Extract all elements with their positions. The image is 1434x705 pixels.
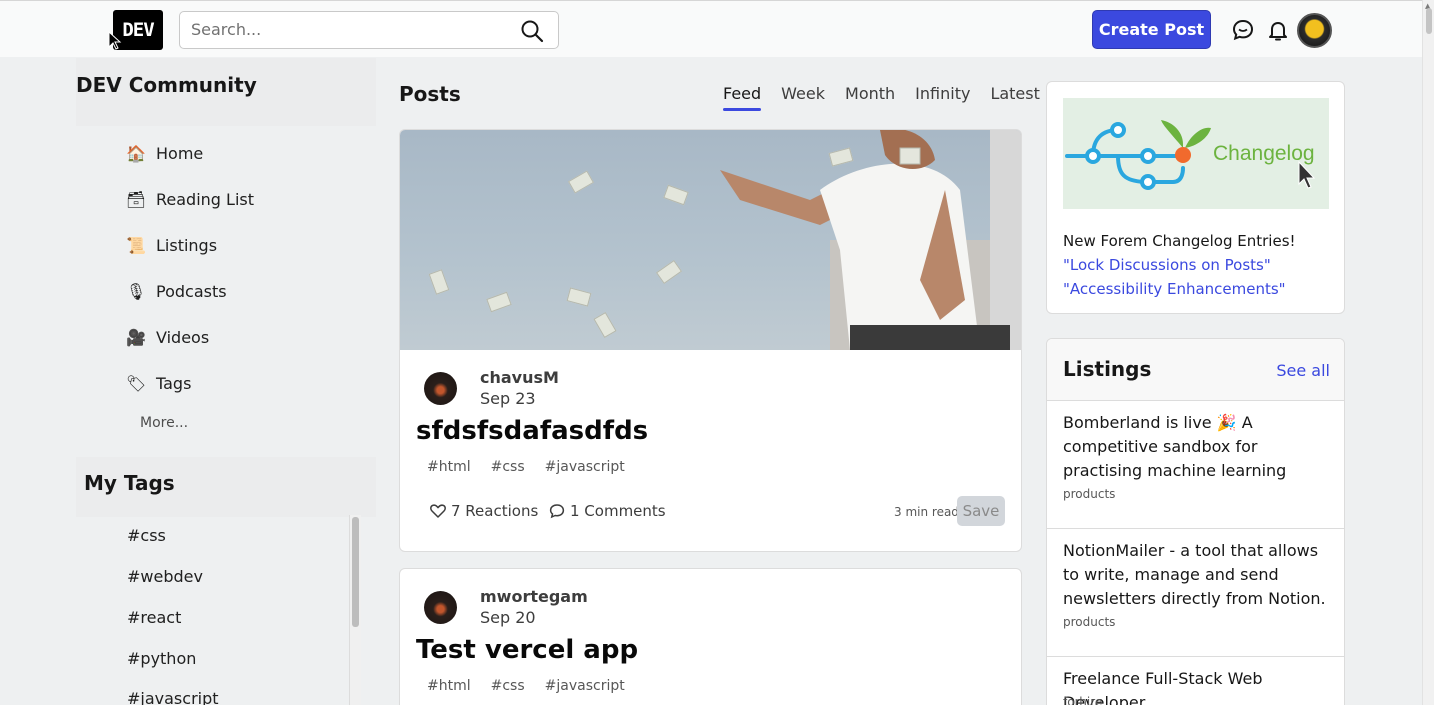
post-author[interactable]: mwortegam — [480, 587, 588, 606]
sidebar-item-label: Reading List — [156, 189, 254, 209]
listing-item[interactable]: Freelance Full-Stack Web Developer forhi… — [1047, 657, 1344, 705]
listings-title: Listings — [1063, 357, 1152, 381]
my-tag-item[interactable]: #python — [127, 649, 196, 668]
top-header: DEV Create Post — [0, 0, 1422, 57]
post-author[interactable]: chavusM — [480, 368, 559, 387]
listing-item[interactable]: NotionMailer - a tool that allows to wri… — [1047, 529, 1344, 657]
listing-category[interactable]: products — [1063, 487, 1115, 501]
listings-card: Listings See all Bomberland is live 🎉 A … — [1046, 338, 1345, 705]
tab-latest[interactable]: Latest — [990, 84, 1039, 111]
comment-icon — [549, 504, 565, 519]
changelog-logo-text: Changelog — [1213, 142, 1315, 165]
search-box[interactable] — [179, 11, 559, 49]
listing-item[interactable]: Bomberland is live 🎉 A competitive sandb… — [1047, 401, 1344, 529]
more-link[interactable]: More... — [140, 415, 188, 431]
changelog-text: New Forem Changelog Entries! "Lock Discu… — [1063, 229, 1296, 301]
sidebar-item-label: Home — [156, 143, 204, 163]
post-tag[interactable]: #css — [491, 459, 525, 475]
my-tag-item[interactable]: #css — [127, 526, 166, 545]
sidebar-item-label: Listings — [156, 235, 218, 255]
community-banner: DEV Community — [76, 58, 376, 126]
post-tag[interactable]: #javascript — [545, 678, 625, 694]
post-cover-image[interactable] — [400, 130, 1021, 350]
post-tag[interactable]: #html — [427, 459, 471, 475]
chat-icon[interactable] — [1231, 18, 1255, 42]
tab-month[interactable]: Month — [845, 84, 895, 111]
post-title[interactable]: sfdsfsdafasdfds — [416, 416, 648, 446]
reactions-button[interactable]: 7 Reactions — [429, 502, 538, 520]
post-tag[interactable]: #javascript — [545, 459, 625, 475]
tab-feed[interactable]: Feed — [723, 84, 762, 111]
camera-icon: 🎥 — [126, 327, 146, 347]
post-date: Sep 20 — [480, 608, 536, 627]
listing-title[interactable]: Bomberland is live 🎉 A competitive sandb… — [1063, 411, 1333, 483]
post-tag[interactable]: #css — [491, 678, 525, 694]
sidebar-item-label: Tags — [156, 373, 192, 393]
page-scrollbar[interactable]: ▲ — [1422, 0, 1434, 705]
sidebar-item-reading-list[interactable]: 🗃 Reading List — [126, 184, 254, 214]
sidebar-item-home[interactable]: 🏠 Home — [126, 138, 203, 168]
scroll-icon: 📜 — [126, 235, 146, 255]
community-title: DEV Community — [76, 73, 257, 97]
bell-icon[interactable] — [1266, 18, 1290, 42]
post-tag[interactable]: #html — [427, 678, 471, 694]
post-tags: #html #css #javascript — [427, 678, 625, 694]
house-icon: 🏠 — [126, 143, 146, 163]
create-post-button[interactable]: Create Post — [1092, 10, 1211, 49]
sidebar-item-podcasts[interactable]: 🎙 Podcasts — [126, 276, 227, 306]
my-tag-item[interactable]: #webdev — [127, 567, 203, 586]
cover-photo-figure — [720, 130, 1010, 350]
heart-icon — [430, 504, 446, 518]
sidebar-item-listings[interactable]: 📜 Listings — [126, 230, 217, 260]
listing-category[interactable]: forhire — [1063, 695, 1102, 705]
changelog-banner-image[interactable]: Changelog — [1063, 98, 1329, 209]
listing-category[interactable]: products — [1063, 615, 1115, 629]
tag-icon: 🏷 — [125, 373, 147, 393]
sidebar-item-videos[interactable]: 🎥 Videos — [126, 322, 209, 352]
comments-button[interactable]: 1 Comments — [548, 502, 666, 520]
post-card[interactable]: mwortegam Sep 20 Test vercel app #html #… — [399, 568, 1022, 705]
search-icon[interactable] — [520, 19, 544, 43]
my-tags-header: My Tags — [76, 457, 376, 517]
my-tags-scrollbar[interactable] — [349, 515, 361, 705]
search-input[interactable] — [191, 20, 511, 39]
see-all-link[interactable]: See all — [1276, 361, 1330, 380]
listing-title[interactable]: NotionMailer - a tool that allows to wri… — [1063, 539, 1333, 611]
author-avatar[interactable] — [424, 372, 457, 405]
post-tags: #html #css #javascript — [427, 459, 625, 475]
comments-count: 1 Comments — [570, 502, 666, 520]
sidebar-item-label: Videos — [156, 327, 210, 347]
listings-header: Listings See all — [1047, 339, 1344, 401]
tab-week[interactable]: Week — [781, 84, 825, 111]
changelog-intro: New Forem Changelog Entries! — [1063, 232, 1296, 250]
mouse-cursor-icon — [108, 31, 122, 50]
tab-infinity[interactable]: Infinity — [915, 84, 970, 111]
post-title[interactable]: Test vercel app — [416, 635, 638, 665]
changelog-card: Changelog New Forem Changelog Entries! "… — [1046, 81, 1345, 314]
changelog-link[interactable]: "Lock Discussions on Posts" — [1063, 253, 1296, 277]
posts-heading: Posts — [399, 82, 461, 106]
save-button[interactable]: Save — [957, 496, 1005, 526]
my-tag-item[interactable]: #javascript — [127, 689, 219, 705]
my-tag-item[interactable]: #react — [127, 608, 181, 627]
changelog-link[interactable]: "Accessibility Enhancements" — [1063, 277, 1296, 301]
author-avatar[interactable] — [424, 591, 457, 624]
sidebar-item-tags[interactable]: 🏷 Tags — [125, 368, 192, 398]
user-avatar[interactable] — [1297, 13, 1332, 48]
sidebar-item-label: Podcasts — [156, 281, 227, 301]
changelog-logo: Changelog — [1065, 120, 1316, 190]
listing-title[interactable]: Freelance Full-Stack Web Developer — [1063, 667, 1333, 705]
box-icon: 🗃 — [125, 189, 147, 209]
post-date: Sep 23 — [480, 389, 536, 408]
my-tags-title: My Tags — [84, 471, 175, 495]
reactions-count: 7 Reactions — [451, 502, 539, 520]
feed-tabs: Feed Week Month Infinity Latest — [723, 84, 1040, 111]
post-card[interactable]: chavusM Sep 23 sfdsfsdafasdfds #html #cs… — [399, 129, 1022, 552]
microphone-icon: 🎙 — [125, 281, 147, 301]
read-time: 3 min read — [894, 505, 959, 519]
